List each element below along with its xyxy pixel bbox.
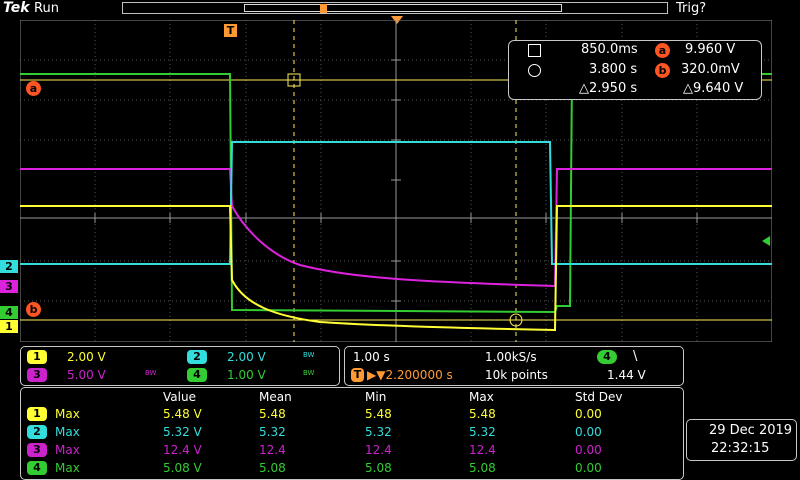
cursor-b-badge: b: [655, 63, 670, 78]
measurement-value: 12.4 V: [163, 443, 202, 457]
sample-rate: 1.00kS/s: [485, 350, 537, 364]
channel-2-ground-marker[interactable]: 2: [0, 260, 18, 273]
measurement-ch1-badge: 1: [27, 407, 47, 421]
cursor-delta-voltage: △9.640 V: [683, 81, 744, 96]
header-max: Max: [469, 390, 494, 404]
measurement-mean: 5.08: [259, 461, 286, 475]
record-view-window[interactable]: [244, 4, 562, 12]
channel-1-ground-marker[interactable]: 1: [0, 320, 18, 333]
measurement-value: 5.32 V: [163, 425, 202, 439]
horizontal-scale[interactable]: 1.00 s: [353, 350, 390, 364]
measurement-std-dev: 0.00: [575, 425, 602, 439]
horizontal-delay[interactable]: ▶▼2.200000 s: [367, 368, 453, 382]
cursor-readout-panel[interactable]: 850.0ms a 9.960 V 3.800 s b 320.0mV △2.9…: [508, 40, 762, 100]
cursor-b-level-marker[interactable]: b: [26, 302, 41, 317]
measurement-min: 5.08: [365, 461, 392, 475]
measurement-row-ch4[interactable]: 4 Max 5.08 V 5.08 5.08 5.08 0.00: [21, 460, 685, 477]
measurement-type: Max: [55, 443, 80, 457]
vertical-settings-panel[interactable]: 1 2.00 V 2 2.00 V BW 3 5.00 V BW 4 1.00 …: [20, 346, 340, 386]
cursor-b-voltage: 320.0mV: [681, 62, 740, 77]
record-trigger-position-icon: [320, 4, 327, 13]
measurement-mean: 5.32: [259, 425, 286, 439]
channel-1-scale[interactable]: 2.00 V: [67, 350, 106, 364]
trigger-level[interactable]: 1.44 V: [607, 368, 646, 382]
channel-3-bandwidth-limit: BW: [145, 369, 157, 377]
cursor-b-time: 3.800 s: [589, 62, 638, 77]
date-display: 29 Dec 2019: [709, 423, 793, 438]
cursor-a-time: 850.0ms: [581, 42, 638, 57]
measurement-value: 5.48 V: [163, 407, 202, 421]
measurement-type: Max: [55, 461, 80, 475]
measurement-ch4-badge: 4: [27, 461, 47, 475]
measurement-min: 12.4: [365, 443, 392, 457]
cursor-a-voltage: 9.960 V: [685, 42, 736, 57]
measurement-value: 5.08 V: [163, 461, 202, 475]
measurement-min: 5.48: [365, 407, 392, 421]
measurement-row-ch1[interactable]: 1 Max 5.48 V 5.48 5.48 5.48 0.00: [21, 406, 685, 423]
run-status[interactable]: Run: [34, 1, 59, 16]
channel-2-scale[interactable]: 2.00 V: [227, 350, 266, 364]
measurement-mean: 5.48: [259, 407, 286, 421]
channel-3-scale[interactable]: 5.00 V: [67, 368, 106, 382]
trigger-slope-icon: \: [633, 349, 638, 364]
delay-marker-badge: T: [351, 368, 364, 382]
trigger-source-badge[interactable]: 4: [597, 350, 617, 364]
header-min: Min: [365, 390, 387, 404]
measurement-ch3-badge: 3: [27, 443, 47, 457]
measurement-std-dev: 0.00: [575, 443, 602, 457]
measurements-table[interactable]: Value Mean Min Max Std Dev 1 Max 5.48 V …: [20, 387, 684, 480]
trigger-status: Trig?: [676, 1, 707, 16]
measurement-max: 12.4: [469, 443, 496, 457]
cursor-a-badge: a: [655, 43, 670, 58]
channel-4-bandwidth-limit: BW: [303, 369, 315, 377]
channel-2-bandwidth-limit: BW: [303, 351, 315, 359]
horizontal-trigger-panel[interactable]: 1.00 s 1.00kS/s 4 \ T ▶▼2.200000 s 10k p…: [344, 346, 684, 386]
trigger-level-arrow-icon[interactable]: [762, 236, 770, 246]
measurement-std-dev: 0.00: [575, 407, 602, 421]
channel-3-ground-marker[interactable]: 3: [0, 280, 18, 293]
brand-logo: Tek: [3, 0, 30, 16]
record-length: 10k points: [485, 368, 548, 382]
measurement-ch2-badge: 2: [27, 425, 47, 439]
channel-4-ground-marker[interactable]: 4: [0, 306, 18, 319]
cursor-a-square-icon: [528, 44, 541, 57]
measurement-max: 5.32: [469, 425, 496, 439]
header-value: Value: [163, 390, 196, 404]
channel-3-badge[interactable]: 3: [27, 368, 47, 382]
time-display: 22:32:15: [711, 441, 770, 456]
cursor-b-circle-icon: [528, 64, 541, 77]
measurement-type: Max: [55, 425, 80, 439]
measurements-header-row: Value Mean Min Max Std Dev: [21, 389, 685, 406]
header-std-dev: Std Dev: [575, 390, 623, 404]
channel-4-badge[interactable]: 4: [187, 368, 207, 382]
measurement-row-ch3[interactable]: 3 Max 12.4 V 12.4 12.4 12.4 0.00: [21, 442, 685, 459]
header-mean: Mean: [259, 390, 292, 404]
channel-1-badge[interactable]: 1: [27, 350, 47, 364]
measurement-min: 5.32: [365, 425, 392, 439]
measurement-std-dev: 0.00: [575, 461, 602, 475]
channel-2-badge[interactable]: 2: [187, 350, 207, 364]
cursor-delta-time: △2.950 s: [579, 81, 638, 96]
channel-4-scale[interactable]: 1.00 V: [227, 368, 266, 382]
measurement-max: 5.08: [469, 461, 496, 475]
measurement-row-ch2[interactable]: 2 Max 5.32 V 5.32 5.32 5.32 0.00: [21, 424, 685, 441]
measurement-max: 5.48: [469, 407, 496, 421]
date-time-display[interactable]: 29 Dec 2019 22:32:15: [686, 419, 797, 461]
cursor-a-level-marker[interactable]: a: [26, 81, 41, 96]
measurement-type: Max: [55, 407, 80, 421]
measurement-mean: 12.4: [259, 443, 286, 457]
